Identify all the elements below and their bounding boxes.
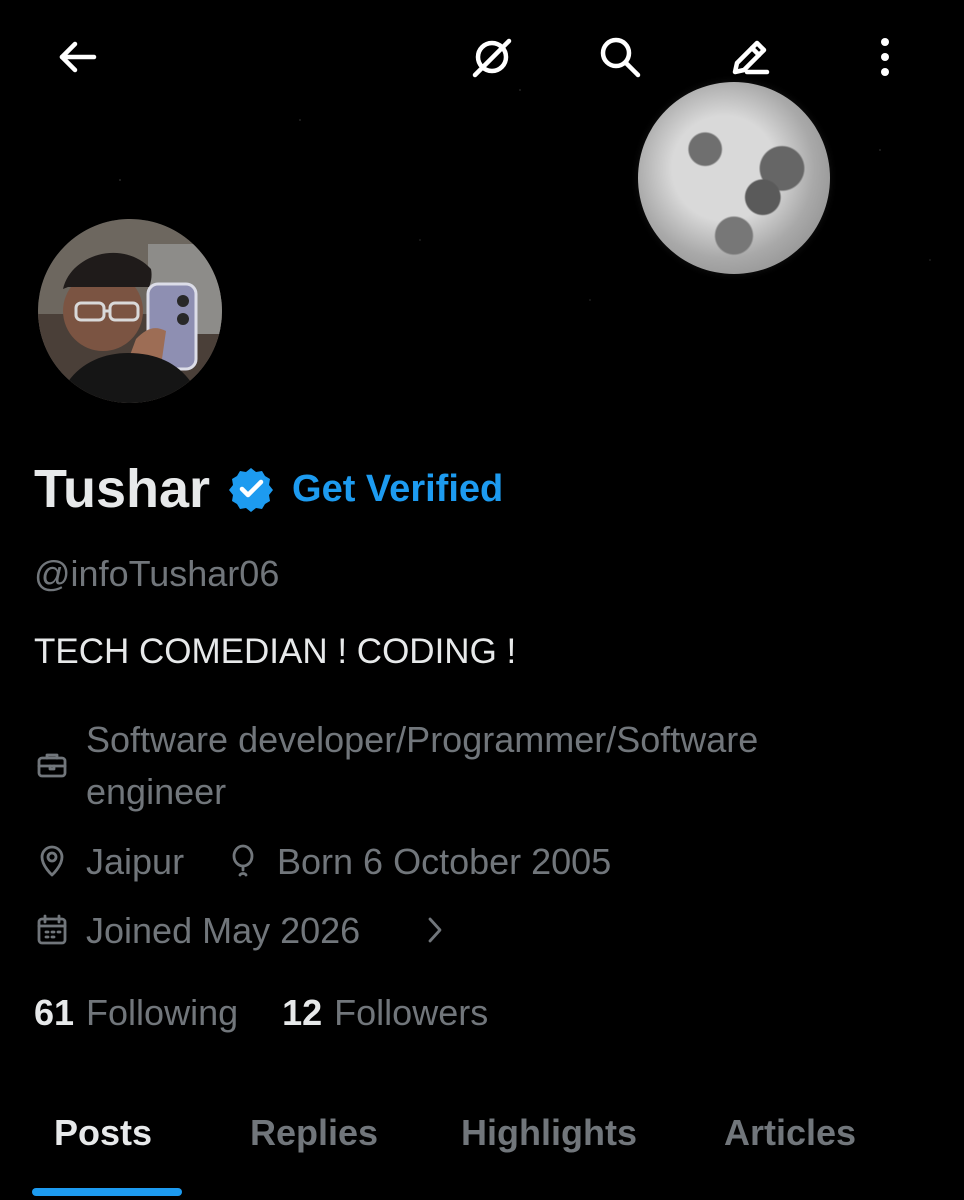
profile-name: Tushar xyxy=(34,459,211,519)
followers-link[interactable]: 12 Followers xyxy=(282,992,488,1034)
profile-name-row: Tushar Get Verified xyxy=(34,458,503,520)
tab-posts[interactable]: Posts xyxy=(54,1112,152,1154)
following-link[interactable]: 61 Following xyxy=(34,992,238,1034)
search-button[interactable] xyxy=(585,22,655,92)
back-button[interactable] xyxy=(42,22,112,92)
follow-stats: 61 Following 12 Followers xyxy=(34,992,532,1034)
location-text: Jaipur xyxy=(86,841,185,882)
tab-replies[interactable]: Replies xyxy=(250,1112,378,1154)
verified-badge-icon[interactable] xyxy=(228,466,274,512)
tab-articles[interactable]: Articles xyxy=(724,1112,856,1154)
birth-date-text: Born 6 October 2005 xyxy=(277,841,612,882)
profession-line-2: engineer xyxy=(86,771,227,812)
moon-image xyxy=(638,82,830,274)
profession-line-1: Software developer/Programmer/Software xyxy=(86,719,759,760)
active-tab-indicator xyxy=(32,1188,182,1196)
tab-highlights[interactable]: Highlights xyxy=(461,1112,637,1154)
edit-profile-button[interactable] xyxy=(715,22,785,92)
balloon-icon xyxy=(225,843,261,879)
following-label: Following xyxy=(86,992,239,1033)
avatar[interactable] xyxy=(34,215,226,407)
profile-bio: TECH COMEDIAN ! CODING ! xyxy=(34,632,517,671)
profile-photo xyxy=(38,219,222,403)
grok-button[interactable] xyxy=(457,22,527,92)
search-icon xyxy=(600,37,641,78)
grok-icon xyxy=(472,38,512,78)
calendar-icon xyxy=(34,912,70,948)
profile-tabs: Posts Replies Highlights Articles xyxy=(0,1100,964,1200)
more-button[interactable] xyxy=(850,22,920,92)
followers-label: Followers xyxy=(334,992,489,1033)
briefcase-icon xyxy=(34,747,70,783)
joined-date-text: Joined May 2026 xyxy=(86,910,361,951)
profile-handle: @infoTushar06 xyxy=(34,553,280,594)
pencil-icon xyxy=(732,40,770,75)
following-count: 61 xyxy=(34,992,75,1033)
chevron-right-icon[interactable] xyxy=(416,912,452,948)
location-pin-icon xyxy=(34,843,70,879)
arrow-left-icon xyxy=(59,41,97,73)
followers-count: 12 xyxy=(282,992,323,1033)
more-vertical-icon xyxy=(881,38,889,76)
get-verified-link[interactable]: Get Verified xyxy=(292,468,503,511)
